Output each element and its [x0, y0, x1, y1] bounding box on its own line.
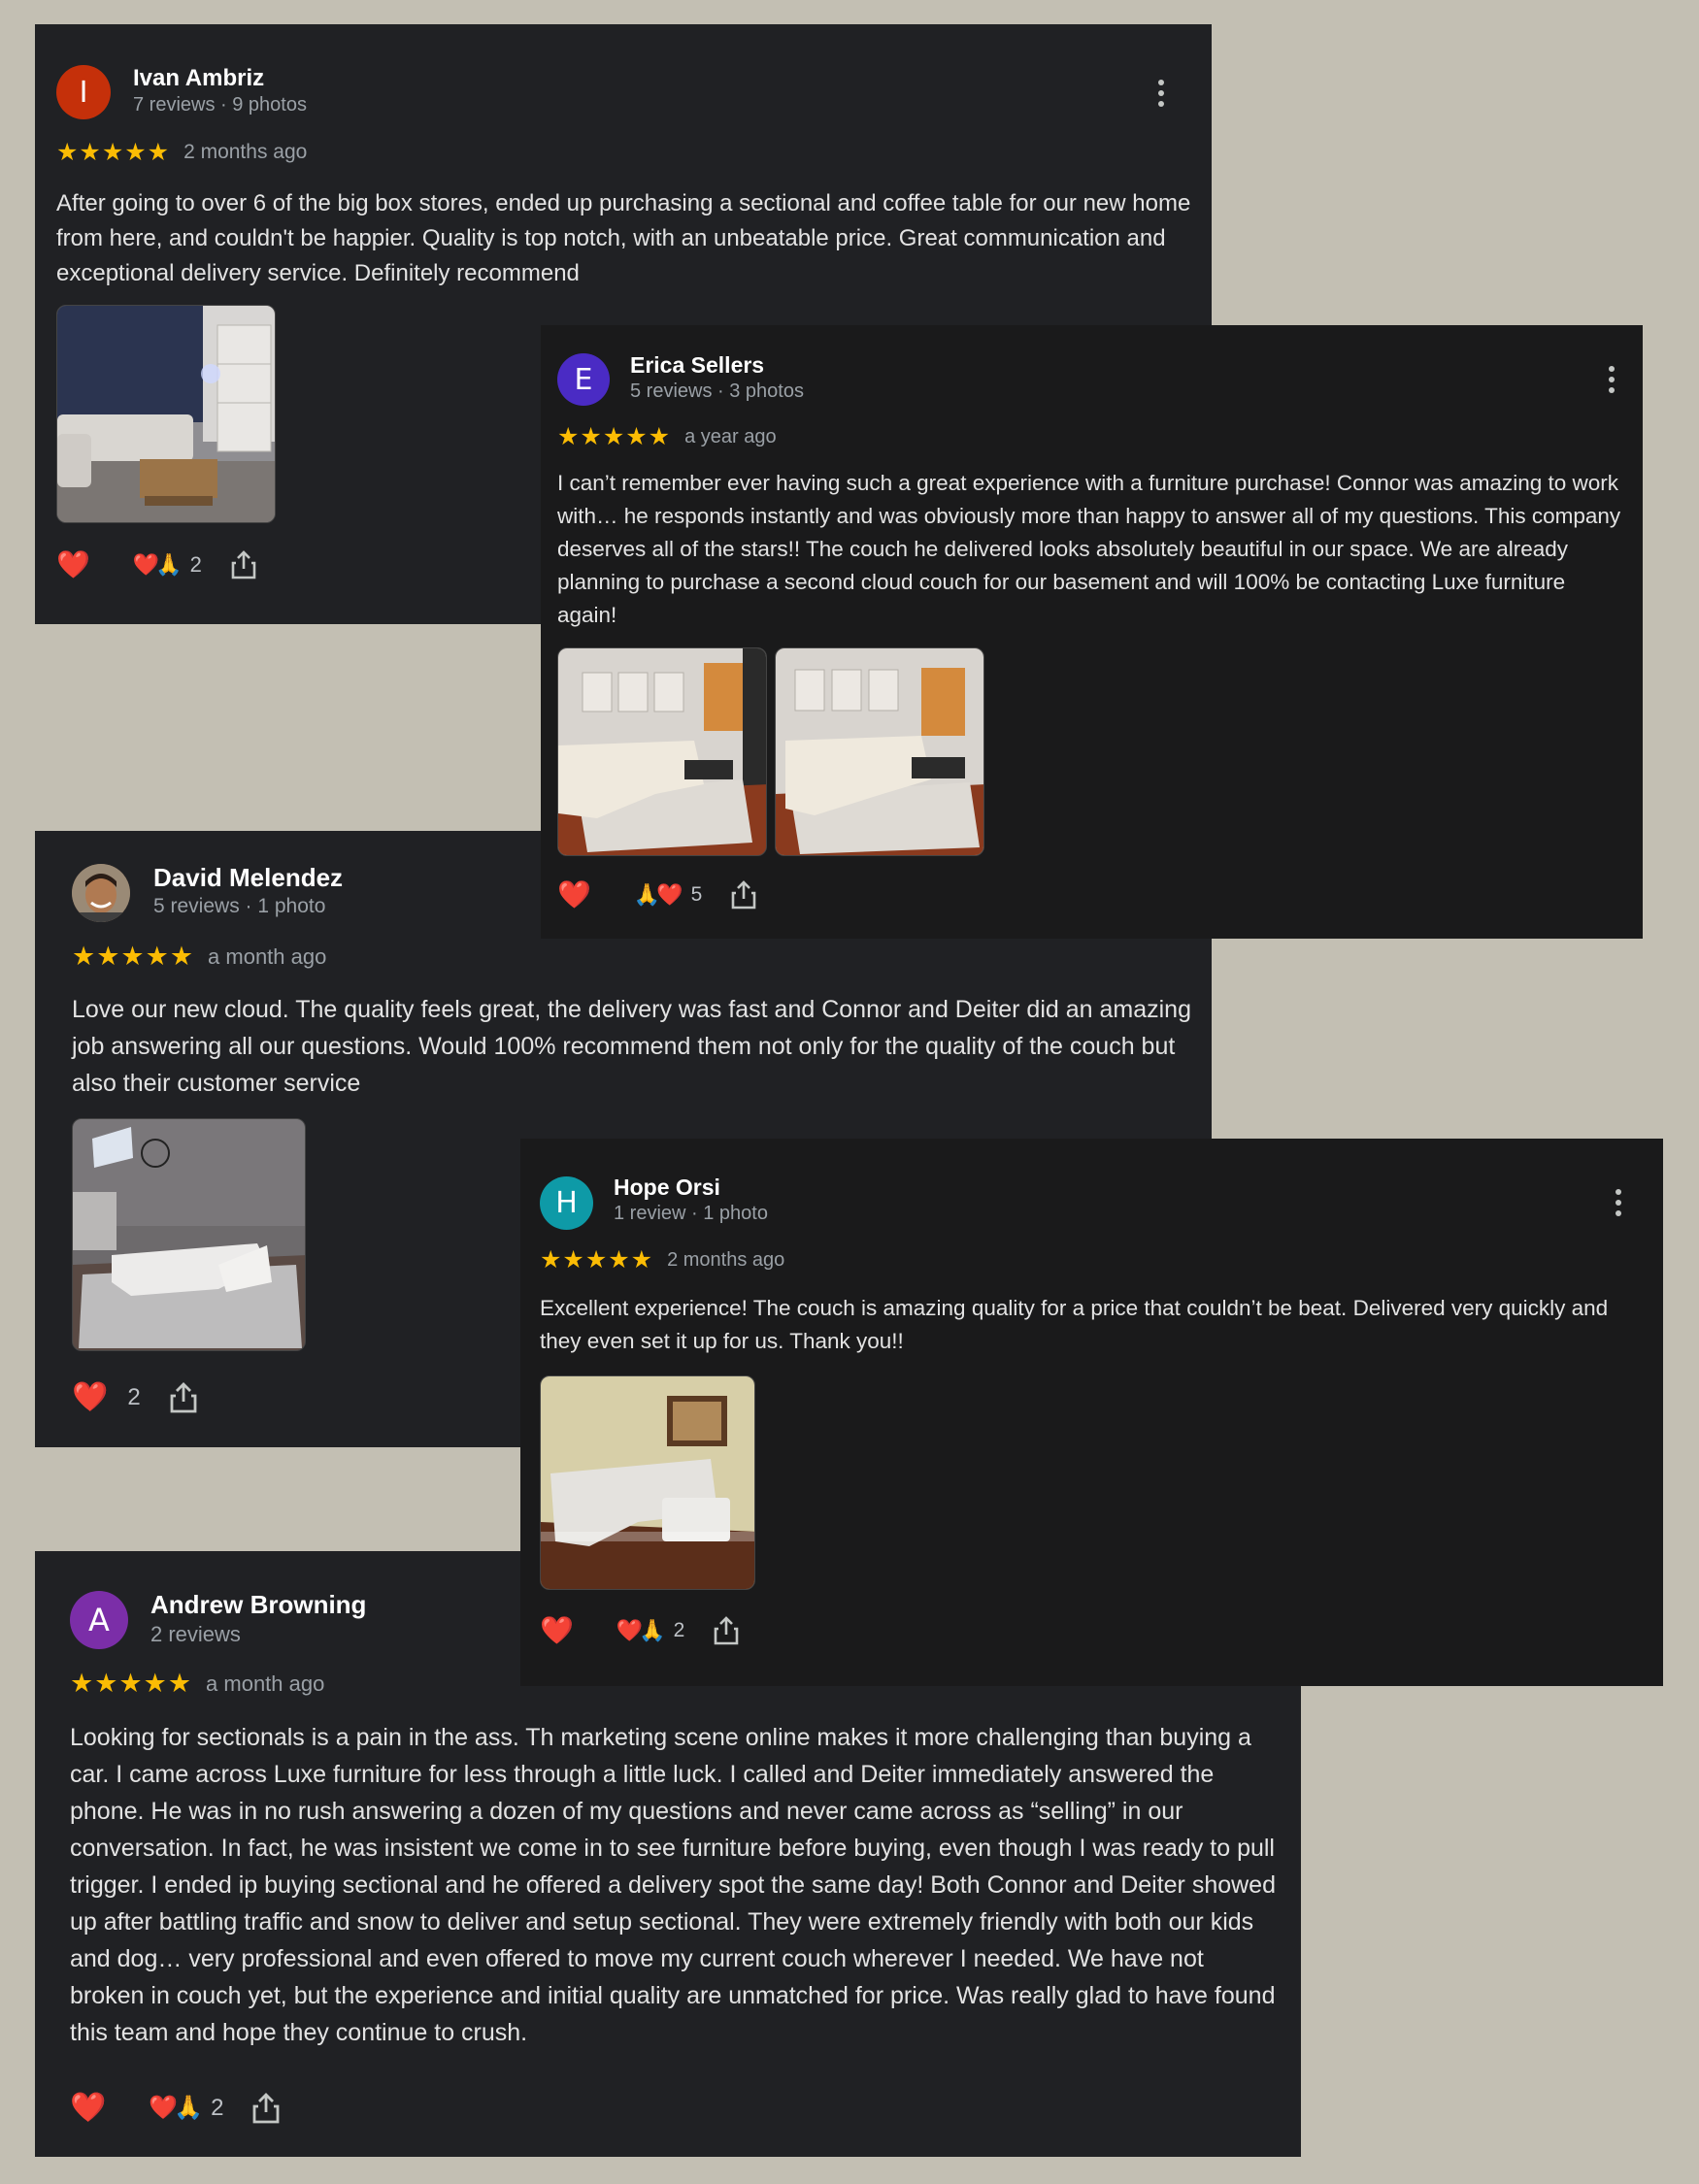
- reviewer-meta: 1 review · 1 photo: [614, 1203, 768, 1224]
- review-text: I can’t remember ever having such a grea…: [557, 471, 1621, 627]
- reactions-icon[interactable]: 🙏❤️: [634, 882, 683, 908]
- like-button[interactable]: ❤️: [540, 1614, 574, 1646]
- share-icon[interactable]: [231, 549, 256, 579]
- like-button[interactable]: ❤️: [557, 878, 591, 910]
- avatar[interactable]: E: [557, 353, 610, 406]
- reviewer-meta: 7 reviews · 9 photos: [133, 94, 307, 116]
- review-photo[interactable]: [56, 305, 276, 523]
- more-options-button[interactable]: [1609, 1189, 1628, 1216]
- white-sectional-photo-icon: [541, 1376, 754, 1589]
- review-date: 2 months ago: [183, 141, 308, 163]
- like-button[interactable]: ❤️: [70, 2091, 106, 2125]
- living-room-photo-icon: [57, 306, 275, 522]
- sectional-room-photo-icon: [73, 1119, 305, 1350]
- share-icon[interactable]: [714, 1615, 739, 1645]
- share-icon[interactable]: [170, 1381, 197, 1413]
- review-photo[interactable]: [557, 647, 767, 856]
- review-text: After going to over 6 of the big box sto…: [56, 190, 1191, 286]
- reactions-icon[interactable]: ❤️🙏: [149, 2094, 203, 2122]
- review-text: Looking for sectionals is a pain in the …: [70, 1724, 1276, 2046]
- rating-stars: ★★★★★ 2 months ago: [56, 139, 308, 166]
- avatar[interactable]: [72, 864, 130, 922]
- rating-stars: ★★★★★ 2 months ago: [540, 1246, 785, 1274]
- cream-sectional-photo-icon: [776, 648, 983, 855]
- review-actions: ❤️ 2: [72, 1380, 197, 1414]
- review-card-erica-sellers: E Erica Sellers 5 reviews · 3 photos ★★★…: [541, 325, 1643, 939]
- review-photo[interactable]: [540, 1375, 755, 1590]
- avatar[interactable]: H: [540, 1176, 593, 1230]
- reviewer-meta: 5 reviews · 1 photo: [153, 895, 326, 917]
- more-options-button[interactable]: [1602, 366, 1621, 393]
- rating-stars: ★★★★★ a month ago: [72, 942, 327, 971]
- review-photo[interactable]: [72, 1118, 306, 1351]
- share-icon[interactable]: [731, 879, 756, 910]
- rating-stars: ★★★★★ a year ago: [557, 423, 777, 450]
- avatar[interactable]: A: [70, 1591, 128, 1649]
- reviewer-meta: 2 reviews: [150, 1622, 241, 1646]
- review-card-hope-orsi: H Hope Orsi 1 review · 1 photo ★★★★★ 2 m…: [520, 1139, 1663, 1686]
- reviewer-name[interactable]: Andrew Browning: [150, 1590, 366, 1620]
- profile-photo-icon: [72, 864, 130, 922]
- review-actions: ❤️ 🙏❤️ 5: [557, 878, 756, 910]
- more-options-button[interactable]: [1151, 80, 1171, 107]
- review-actions: ❤️ ❤️🙏 2: [540, 1614, 739, 1646]
- avatar[interactable]: I: [56, 65, 111, 119]
- cream-sectional-photo-icon: [558, 648, 766, 855]
- share-icon[interactable]: [252, 2092, 280, 2124]
- review-actions: ❤️ ❤️🙏 2: [70, 2091, 280, 2125]
- review-actions: ❤️ ❤️🙏 2: [56, 548, 256, 580]
- review-date: 2 months ago: [667, 1248, 785, 1271]
- reviewer-name[interactable]: Erica Sellers: [630, 352, 764, 379]
- reviewer-name[interactable]: Hope Orsi: [614, 1175, 720, 1201]
- reactions-icon[interactable]: ❤️🙏: [616, 1618, 666, 1643]
- reviewer-name[interactable]: David Melendez: [153, 863, 343, 893]
- reaction-count: 2: [673, 1618, 685, 1641]
- review-date: a month ago: [208, 943, 327, 969]
- reviewer-name[interactable]: Ivan Ambriz: [133, 65, 264, 92]
- review-photo[interactable]: [775, 647, 984, 856]
- like-button[interactable]: ❤️: [56, 548, 90, 580]
- review-date: a year ago: [684, 425, 777, 447]
- rating-stars: ★★★★★ a month ago: [70, 1669, 325, 1698]
- reaction-count: 5: [690, 882, 703, 906]
- reaction-count: 2: [211, 2094, 224, 2121]
- review-text: Excellent experience! The couch is amazi…: [540, 1296, 1609, 1353]
- reviewer-meta: 5 reviews · 3 photos: [630, 381, 804, 402]
- review-date: a month ago: [206, 1671, 325, 1696]
- review-text: Love our new cloud. The quality feels gr…: [72, 996, 1191, 1097]
- like-button[interactable]: ❤️: [72, 1380, 108, 1414]
- reaction-count: 2: [127, 1383, 141, 1410]
- reactions-icon[interactable]: ❤️🙏: [133, 552, 183, 578]
- reaction-count: 2: [189, 551, 202, 577]
